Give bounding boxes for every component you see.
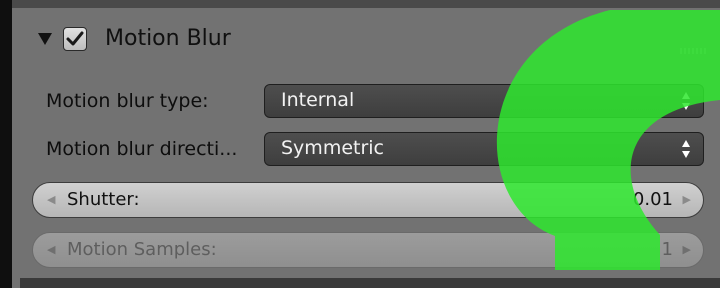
up-down-arrows-icon [682,140,690,158]
left-arrow-icon[interactable]: ◀ [47,193,55,206]
collapse-triangle-icon[interactable] [38,33,52,45]
panel-header[interactable]: Motion Blur [12,16,720,74]
panel-bottom-border [20,278,720,288]
top-edge [12,0,720,8]
blur-type-dropdown[interactable]: Internal [264,84,704,118]
shutter-slider[interactable]: ◀ Shutter: 0.01 ▶ [32,182,704,218]
blur-type-value: Internal [281,89,355,111]
left-edge [0,0,12,288]
motion-samples-slider[interactable]: ◀ Motion Samples: 1 ▶ [32,232,704,268]
right-arrow-icon[interactable]: ▶ [683,193,691,206]
panel-drag-grip[interactable] [680,48,708,54]
motion-samples-label: Motion Samples: [67,239,217,260]
checkmark-icon [66,31,84,46]
up-down-arrows-icon [682,92,690,110]
blur-direction-label: Motion blur directi... [46,138,238,160]
motion-blur-checkbox[interactable] [63,27,87,51]
panel-title: Motion Blur [105,26,231,51]
right-arrow-icon[interactable]: ▶ [683,243,691,256]
blur-direction-value: Symmetric [281,137,384,159]
shutter-label: Shutter: [67,189,140,210]
motion-samples-value: 1 [661,239,673,260]
shutter-value: 0.01 [632,189,673,210]
blur-direction-dropdown[interactable]: Symmetric [264,132,704,166]
blur-type-label: Motion blur type: [46,90,209,112]
left-arrow-icon[interactable]: ◀ [47,243,55,256]
motion-blur-panel: Motion Blur Motion blur type: Internal M… [12,8,720,288]
